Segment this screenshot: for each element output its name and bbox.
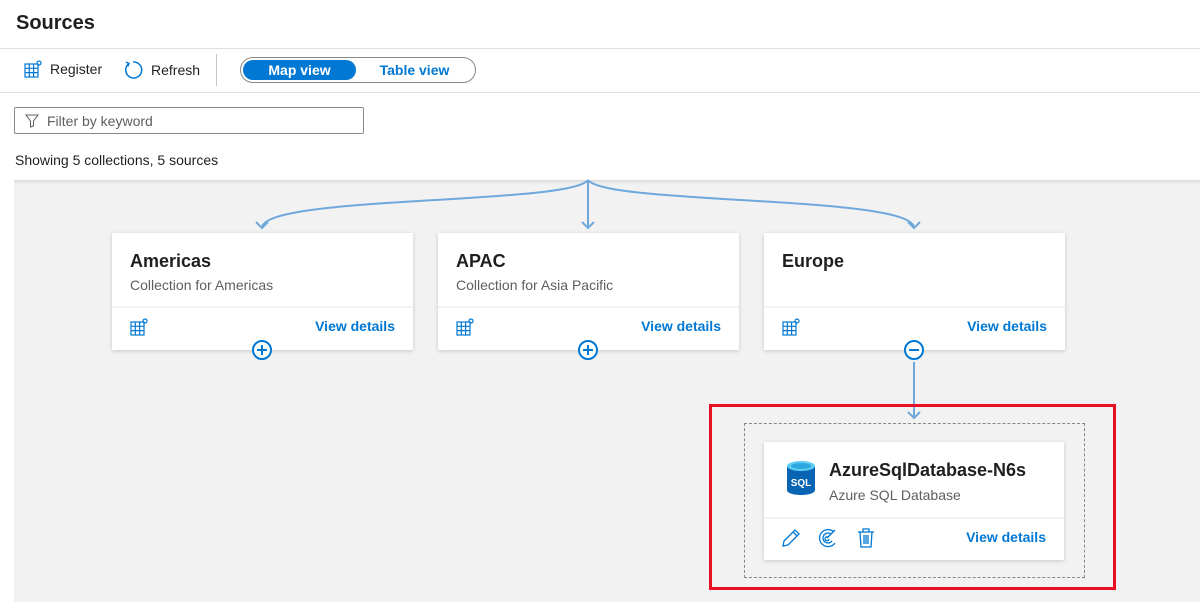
view-details-link[interactable]: View details [315,318,395,334]
source-type: Azure SQL Database [829,487,961,503]
expand-plus-icon[interactable] [578,340,598,360]
connector-americas [261,179,589,229]
card-divider [112,306,413,308]
collection-card-apac[interactable]: APAC Collection for Asia Pacific View de… [438,233,739,350]
card-divider [764,306,1065,308]
card-divider [764,517,1064,519]
register-grid-icon[interactable] [130,318,148,336]
register-grid-icon[interactable] [456,318,474,336]
connector-europe [587,179,915,229]
collection-card-europe[interactable]: Europe View details [764,233,1065,350]
collection-description: Collection for Americas [130,277,274,293]
register-grid-icon[interactable] [782,318,800,336]
card-divider [438,306,739,308]
source-name: AzureSqlDatabase-N6s [829,460,1027,480]
collection-name: Europe [782,251,845,271]
collapse-minus-icon[interactable] [904,340,924,360]
collection-name: APAC [456,251,506,271]
view-details-link[interactable]: View details [967,318,1047,334]
collection-name: Americas [130,251,212,271]
sql-database-icon: SQL [787,461,815,495]
collection-card-americas[interactable]: Americas Collection for Americas View de… [112,233,413,350]
svg-text:SQL: SQL [791,478,812,489]
view-details-link[interactable]: View details [641,318,721,334]
source-card[interactable]: SQL AzureSqlDatabase-N6s Azure SQL Datab… [764,442,1064,560]
collection-description: Collection for Asia Pacific [456,277,614,293]
scan-icon[interactable] [817,528,837,548]
delete-trash-icon[interactable] [857,528,875,548]
view-details-link[interactable]: View details [966,529,1046,545]
edit-pencil-icon[interactable] [781,528,801,548]
expand-plus-icon[interactable] [252,340,272,360]
